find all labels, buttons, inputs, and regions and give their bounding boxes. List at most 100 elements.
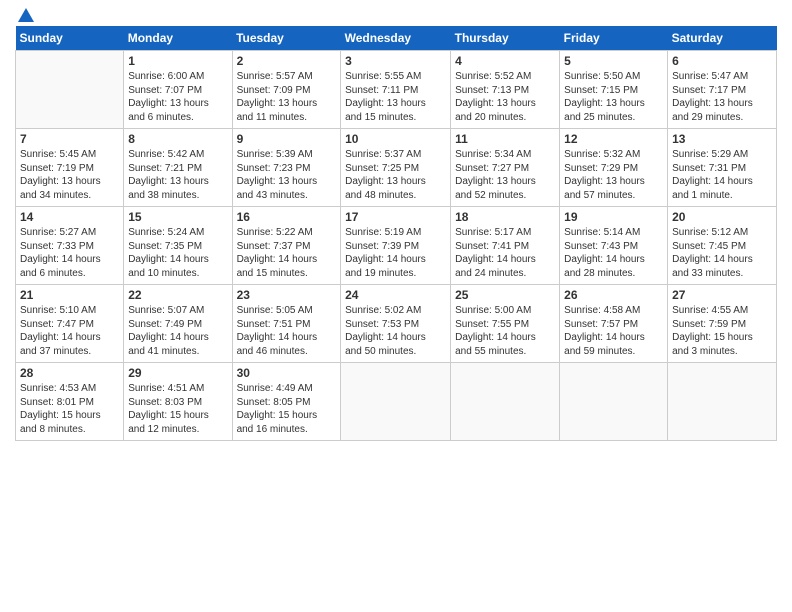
day-cell: 27 Sunrise: 4:55 AM Sunset: 7:59 PM Dayli…	[668, 285, 777, 363]
week-row-5: 28Sunrise: 4:53 AM Sunset: 8:01 PM Dayli…	[16, 363, 777, 441]
day-info: Sunrise: 5:42 AM Sunset: 7:21 PM Dayligh…	[128, 148, 227, 202]
day-cell	[560, 363, 668, 441]
day-cell: 25 Sunrise: 5:00 AM Sunset: 7:55 PM Dayli…	[451, 285, 560, 363]
day-number: 26	[564, 288, 663, 302]
day-number: 14	[20, 210, 119, 224]
day-number: 12	[564, 132, 663, 146]
day-info: Sunrise: 5:32 AM Sunset: 7:29 PM Dayligh…	[564, 148, 663, 202]
day-cell: 22 Sunrise: 5:07 AM Sunset: 7:49 PM Dayli…	[124, 285, 232, 363]
day-info: Sunrise: 5:19 AM Sunset: 7:39 PM Dayligh…	[345, 226, 446, 280]
day-info: Sunrise: 5:22 AM Sunset: 7:37 PM Dayligh…	[237, 226, 337, 280]
day-number: 18	[455, 210, 555, 224]
weekday-header-row: SundayMondayTuesdayWednesdayThursdayFrid…	[16, 26, 777, 51]
day-info: Sunrise: 5:55 AM Sunset: 7:11 PM Dayligh…	[345, 70, 446, 124]
day-cell: 26 Sunrise: 4:58 AM Sunset: 7:57 PM Dayli…	[560, 285, 668, 363]
day-number: 21	[20, 288, 119, 302]
day-number: 5	[564, 54, 663, 68]
day-cell: 28Sunrise: 4:53 AM Sunset: 8:01 PM Dayli…	[16, 363, 124, 441]
week-row-2: 7 Sunrise: 5:45 AM Sunset: 7:19 PM Daylig…	[16, 129, 777, 207]
day-number: 8	[128, 132, 227, 146]
day-cell	[341, 363, 451, 441]
day-info: Sunrise: 5:29 AM Sunset: 7:31 PM Dayligh…	[672, 148, 772, 202]
day-info: Sunrise: 5:10 AM Sunset: 7:47 PM Dayligh…	[20, 304, 119, 358]
day-cell: 7 Sunrise: 5:45 AM Sunset: 7:19 PM Daylig…	[16, 129, 124, 207]
week-row-3: 14 Sunrise: 5:27 AM Sunset: 7:33 PM Dayli…	[16, 207, 777, 285]
day-info: Sunrise: 5:34 AM Sunset: 7:27 PM Dayligh…	[455, 148, 555, 202]
day-info: Sunrise: 5:57 AM Sunset: 7:09 PM Dayligh…	[237, 70, 337, 124]
day-cell	[451, 363, 560, 441]
day-info: Sunrise: 5:50 AM Sunset: 7:15 PM Dayligh…	[564, 70, 663, 124]
day-cell: 13 Sunrise: 5:29 AM Sunset: 7:31 PM Dayli…	[668, 129, 777, 207]
day-number: 6	[672, 54, 772, 68]
day-cell: 6 Sunrise: 5:47 AM Sunset: 7:17 PM Daylig…	[668, 51, 777, 129]
calendar-page: SundayMondayTuesdayWednesdayThursdayFrid…	[0, 0, 792, 612]
day-cell: 8 Sunrise: 5:42 AM Sunset: 7:21 PM Daylig…	[124, 129, 232, 207]
day-info: Sunrise: 5:45 AM Sunset: 7:19 PM Dayligh…	[20, 148, 119, 202]
weekday-header-monday: Monday	[124, 26, 232, 51]
logo-triangle-icon	[18, 8, 34, 22]
day-number: 17	[345, 210, 446, 224]
day-cell: 12 Sunrise: 5:32 AM Sunset: 7:29 PM Dayli…	[560, 129, 668, 207]
day-number: 13	[672, 132, 772, 146]
logo	[15, 10, 34, 18]
day-number: 10	[345, 132, 446, 146]
day-number: 4	[455, 54, 555, 68]
weekday-header-wednesday: Wednesday	[341, 26, 451, 51]
day-number: 20	[672, 210, 772, 224]
day-cell: 5 Sunrise: 5:50 AM Sunset: 7:15 PM Daylig…	[560, 51, 668, 129]
day-number: 27	[672, 288, 772, 302]
day-cell: 2Sunrise: 5:57 AM Sunset: 7:09 PM Daylig…	[232, 51, 341, 129]
day-number: 25	[455, 288, 555, 302]
weekday-header-thursday: Thursday	[451, 26, 560, 51]
day-number: 3	[345, 54, 446, 68]
day-cell: 29 Sunrise: 4:51 AM Sunset: 8:03 PM Dayli…	[124, 363, 232, 441]
day-cell: 16Sunrise: 5:22 AM Sunset: 7:37 PM Dayli…	[232, 207, 341, 285]
day-info: Sunrise: 5:12 AM Sunset: 7:45 PM Dayligh…	[672, 226, 772, 280]
day-number: 24	[345, 288, 446, 302]
day-info: Sunrise: 5:24 AM Sunset: 7:35 PM Dayligh…	[128, 226, 227, 280]
day-cell: 1 Sunrise: 6:00 AM Sunset: 7:07 PM Daylig…	[124, 51, 232, 129]
day-number: 23	[237, 288, 337, 302]
day-cell: 30 Sunrise: 4:49 AM Sunset: 8:05 PM Dayli…	[232, 363, 341, 441]
day-cell	[16, 51, 124, 129]
day-number: 22	[128, 288, 227, 302]
day-cell: 10 Sunrise: 5:37 AM Sunset: 7:25 PM Dayli…	[341, 129, 451, 207]
day-cell: 15 Sunrise: 5:24 AM Sunset: 7:35 PM Dayli…	[124, 207, 232, 285]
day-cell: 21 Sunrise: 5:10 AM Sunset: 7:47 PM Dayli…	[16, 285, 124, 363]
day-cell	[668, 363, 777, 441]
day-info: Sunrise: 5:02 AM Sunset: 7:53 PM Dayligh…	[345, 304, 446, 358]
day-info: Sunrise: 5:37 AM Sunset: 7:25 PM Dayligh…	[345, 148, 446, 202]
day-cell: 17 Sunrise: 5:19 AM Sunset: 7:39 PM Dayli…	[341, 207, 451, 285]
day-number: 30	[237, 366, 337, 380]
weekday-header-sunday: Sunday	[16, 26, 124, 51]
header	[15, 10, 777, 18]
day-info: Sunrise: 5:47 AM Sunset: 7:17 PM Dayligh…	[672, 70, 772, 124]
day-info: Sunrise: 5:27 AM Sunset: 7:33 PM Dayligh…	[20, 226, 119, 280]
day-info: Sunrise: 5:39 AM Sunset: 7:23 PM Dayligh…	[237, 148, 337, 202]
day-number: 7	[20, 132, 119, 146]
day-number: 15	[128, 210, 227, 224]
day-info: Sunrise: 5:14 AM Sunset: 7:43 PM Dayligh…	[564, 226, 663, 280]
day-info: Sunrise: 4:58 AM Sunset: 7:57 PM Dayligh…	[564, 304, 663, 358]
day-cell: 20 Sunrise: 5:12 AM Sunset: 7:45 PM Dayli…	[668, 207, 777, 285]
weekday-header-saturday: Saturday	[668, 26, 777, 51]
day-cell: 18Sunrise: 5:17 AM Sunset: 7:41 PM Dayli…	[451, 207, 560, 285]
day-cell: 24 Sunrise: 5:02 AM Sunset: 7:53 PM Dayli…	[341, 285, 451, 363]
calendar-table: SundayMondayTuesdayWednesdayThursdayFrid…	[15, 26, 777, 441]
day-cell: 3 Sunrise: 5:55 AM Sunset: 7:11 PM Daylig…	[341, 51, 451, 129]
day-cell: 9Sunrise: 5:39 AM Sunset: 7:23 PM Daylig…	[232, 129, 341, 207]
day-info: Sunrise: 5:05 AM Sunset: 7:51 PM Dayligh…	[237, 304, 337, 358]
weekday-header-friday: Friday	[560, 26, 668, 51]
day-info: Sunrise: 4:49 AM Sunset: 8:05 PM Dayligh…	[237, 382, 337, 436]
day-info: Sunrise: 4:51 AM Sunset: 8:03 PM Dayligh…	[128, 382, 227, 436]
day-info: Sunrise: 5:52 AM Sunset: 7:13 PM Dayligh…	[455, 70, 555, 124]
day-info: Sunrise: 5:07 AM Sunset: 7:49 PM Dayligh…	[128, 304, 227, 358]
day-number: 29	[128, 366, 227, 380]
day-info: Sunrise: 6:00 AM Sunset: 7:07 PM Dayligh…	[128, 70, 227, 124]
day-number: 1	[128, 54, 227, 68]
day-number: 11	[455, 132, 555, 146]
day-info: Sunrise: 5:00 AM Sunset: 7:55 PM Dayligh…	[455, 304, 555, 358]
day-cell: 19Sunrise: 5:14 AM Sunset: 7:43 PM Dayli…	[560, 207, 668, 285]
weekday-header-tuesday: Tuesday	[232, 26, 341, 51]
day-info: Sunrise: 4:55 AM Sunset: 7:59 PM Dayligh…	[672, 304, 772, 358]
